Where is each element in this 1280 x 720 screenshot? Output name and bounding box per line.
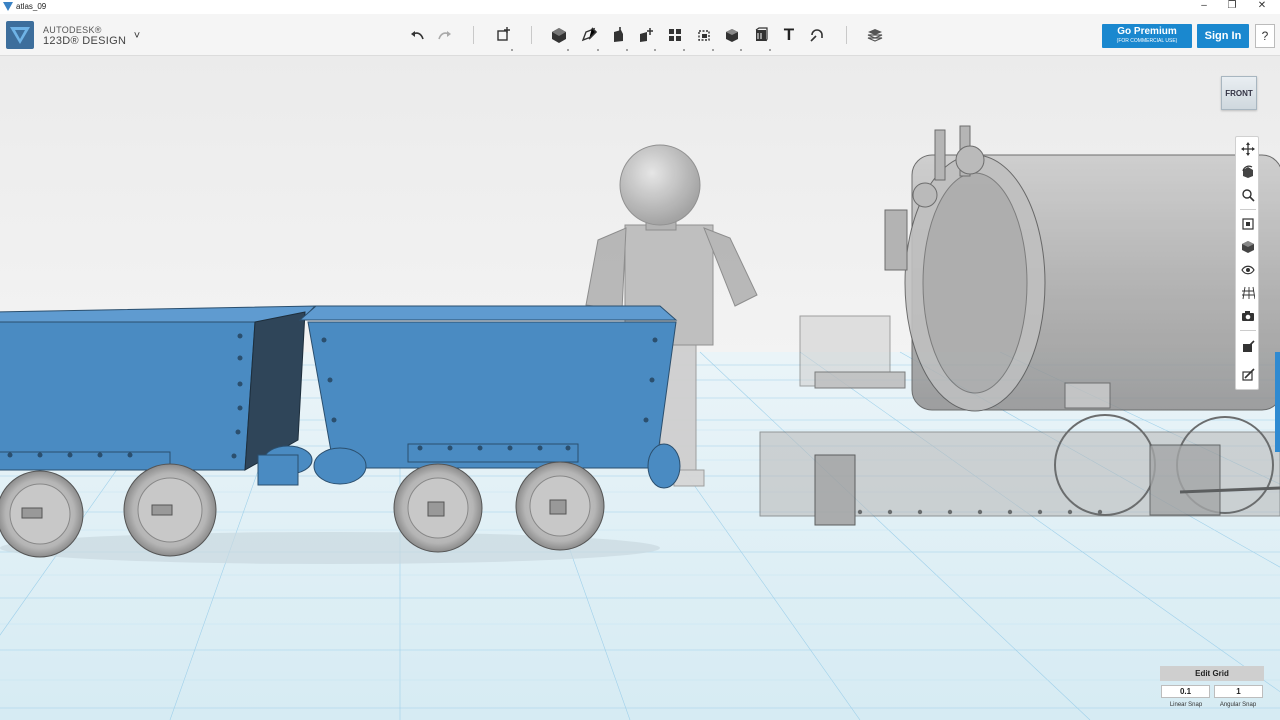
construct-icon[interactable] <box>606 23 630 51</box>
visibility-icon[interactable] <box>1239 261 1257 279</box>
app-menu-chevron-icon[interactable]: ˅ <box>130 30 144 42</box>
material-icon[interactable] <box>863 23 887 47</box>
linear-snap-label: Linear Snap <box>1169 702 1203 708</box>
combine-icon[interactable] <box>720 23 744 51</box>
view-mode-icon[interactable] <box>1239 238 1257 256</box>
angular-snap-label: Angular Snap <box>1219 702 1257 708</box>
pan-icon[interactable] <box>1239 140 1257 158</box>
materials-icon[interactable] <box>1239 337 1257 355</box>
zoom-icon[interactable] <box>1239 186 1257 204</box>
product-name: 123D® DESIGN <box>43 35 127 47</box>
grouping-icon[interactable] <box>692 23 716 51</box>
help-button[interactable]: ? <box>1255 24 1275 48</box>
navigation-bar <box>1235 136 1259 390</box>
toolbar-separator <box>846 26 847 44</box>
view-cube-face-label: FRONT <box>1225 89 1253 98</box>
restore-button[interactable]: ❐ <box>1218 0 1246 14</box>
close-button[interactable]: ✕ <box>1248 0 1276 14</box>
go-premium-sublabel: (FOR COMMERCIAL USE) <box>1116 38 1178 44</box>
app-window: atlas_09 – ❐ ✕ AUTODESK® 123D® DESIGN ˅ <box>0 0 1280 720</box>
navbar-separator <box>1240 209 1256 210</box>
snap-icon[interactable] <box>805 23 829 47</box>
orbit-icon[interactable] <box>1239 163 1257 181</box>
scene-canvas[interactable] <box>0 56 1280 720</box>
brand-name: AUTODESK® <box>43 25 102 35</box>
3d-viewport[interactable]: FRONT <box>0 56 1280 720</box>
go-premium-label: Go Premium <box>1117 26 1177 37</box>
modify-icon[interactable] <box>634 23 658 51</box>
edit-grid-button[interactable]: Edit Grid <box>1160 666 1264 681</box>
redo-icon[interactable] <box>433 23 457 47</box>
view-cube[interactable]: FRONT <box>1221 76 1257 110</box>
primitives-icon[interactable] <box>547 23 571 51</box>
window-title: atlas_09 <box>16 2 47 11</box>
sketch-icon[interactable] <box>577 23 601 51</box>
undo-icon[interactable] <box>405 23 429 47</box>
toolbar-separator <box>473 26 474 44</box>
text-icon[interactable]: T <box>777 23 801 47</box>
app-logo[interactable] <box>6 21 34 49</box>
window-titlebar: atlas_09 – ❐ ✕ <box>0 0 1280 14</box>
snap-panel: Edit Grid 0.1 1 Linear Snap Angular Snap <box>1160 666 1264 714</box>
main-toolbar: AUTODESK® 123D® DESIGN ˅ T Go Premium (F… <box>0 14 1280 56</box>
toolbar-separator <box>531 26 532 44</box>
pattern-icon[interactable] <box>663 23 687 51</box>
side-panel-handle[interactable] <box>1275 352 1280 452</box>
transform-icon[interactable] <box>491 23 515 51</box>
outline-icon[interactable] <box>1239 365 1257 383</box>
fit-icon[interactable] <box>1239 215 1257 233</box>
angular-snap-field[interactable]: 1 <box>1214 685 1263 698</box>
app-icon <box>3 2 13 11</box>
minimize-button[interactable]: – <box>1190 0 1218 14</box>
linear-snap-field[interactable]: 0.1 <box>1161 685 1210 698</box>
screenshot-icon[interactable] <box>1239 307 1257 325</box>
measure-icon[interactable] <box>749 23 773 51</box>
sign-in-button[interactable]: Sign In <box>1197 24 1249 48</box>
go-premium-button[interactable]: Go Premium (FOR COMMERCIAL USE) <box>1102 24 1192 48</box>
grid-icon[interactable] <box>1239 284 1257 302</box>
navbar-separator <box>1240 330 1256 331</box>
